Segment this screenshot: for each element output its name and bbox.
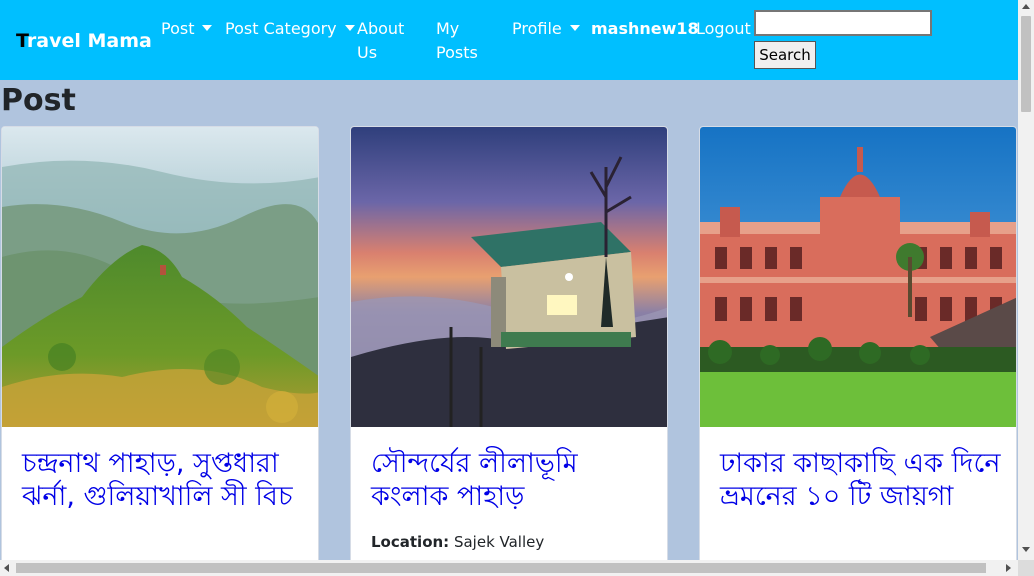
vertical-scroll-thumb[interactable] bbox=[1021, 16, 1031, 112]
nav-my-posts-line2: Posts bbox=[436, 43, 478, 62]
card-title[interactable]: সৌন্দর্যের লীলাভূমি কংলাক পাহাড় bbox=[371, 447, 656, 513]
caret-down-icon bbox=[569, 25, 580, 31]
nav-logout[interactable]: Logout bbox=[696, 17, 751, 41]
scroll-left-arrow-icon[interactable] bbox=[4, 564, 9, 572]
nav-about-us-line1: About bbox=[357, 19, 405, 38]
post-card[interactable]: চন্দ্রনাথ পাহাড়, সুপ্তধারা ঝর্না, গুলিয… bbox=[1, 126, 319, 576]
green-mountain-photo bbox=[2, 127, 318, 427]
scroll-right-arrow-icon[interactable] bbox=[1006, 564, 1011, 572]
caret-down-icon bbox=[344, 25, 355, 31]
card-image-pink-palace[interactable] bbox=[700, 127, 1016, 427]
card-title[interactable]: চন্দ্রনাথ পাহাড়, সুপ্তধারা ঝর্না, গুলিয… bbox=[22, 447, 307, 513]
nav-post-dropdown[interactable]: Post bbox=[161, 17, 213, 41]
brand-initial: T bbox=[16, 30, 27, 52]
hill-cottage-sunset-photo bbox=[351, 127, 667, 427]
pink-palace-photo bbox=[700, 127, 1016, 427]
page-title: Post bbox=[1, 83, 76, 118]
search-input[interactable] bbox=[754, 10, 932, 36]
card-location: Location: Sajek Valley bbox=[371, 533, 544, 551]
nav-my-posts[interactable]: My Posts bbox=[436, 17, 478, 65]
nav-username[interactable]: mashnew18 bbox=[591, 17, 699, 41]
scrollbar-corner bbox=[1018, 560, 1034, 576]
top-navbar: Travel Mama Post Post Category About Us M… bbox=[0, 0, 1018, 80]
caret-down-icon bbox=[202, 25, 213, 31]
nav-post-label: Post bbox=[161, 19, 195, 38]
card-image-hill-cottage[interactable] bbox=[351, 127, 667, 427]
nav-about-us-line2: Us bbox=[357, 43, 378, 62]
nav-profile-dropdown[interactable]: Profile bbox=[512, 17, 580, 41]
nav-post-category-dropdown[interactable]: Post Category bbox=[225, 17, 355, 41]
brand-logo[interactable]: Travel Mama bbox=[16, 30, 152, 52]
nav-post-category-label: Post Category bbox=[225, 19, 337, 38]
vertical-scrollbar[interactable] bbox=[1018, 0, 1034, 560]
location-value: Sajek Valley bbox=[453, 533, 545, 551]
post-card[interactable]: ঢাকার কাছাকাছি এক দিনে ভ্রমনের ১০ টি জায… bbox=[699, 126, 1017, 576]
horizontal-scrollbar[interactable] bbox=[0, 560, 1018, 576]
location-label: Location: bbox=[371, 533, 450, 551]
card-image-green-mountain[interactable] bbox=[2, 127, 318, 427]
nav-my-posts-line1: My bbox=[436, 19, 460, 38]
brand-text: ravel Mama bbox=[26, 30, 152, 52]
post-card[interactable]: সৌন্দর্যের লীলাভূমি কংলাক পাহাড় Locatio… bbox=[350, 126, 668, 576]
card-title[interactable]: ঢাকার কাছাকাছি এক দিনে ভ্রমনের ১০ টি জায… bbox=[720, 447, 1005, 513]
nav-profile-label: Profile bbox=[512, 19, 562, 38]
scroll-up-arrow-icon[interactable] bbox=[1022, 4, 1030, 9]
nav-about-us[interactable]: About Us bbox=[357, 17, 404, 65]
scroll-down-arrow-icon[interactable] bbox=[1022, 547, 1030, 552]
search-button[interactable]: Search bbox=[754, 41, 816, 69]
horizontal-scroll-thumb[interactable] bbox=[16, 563, 986, 573]
